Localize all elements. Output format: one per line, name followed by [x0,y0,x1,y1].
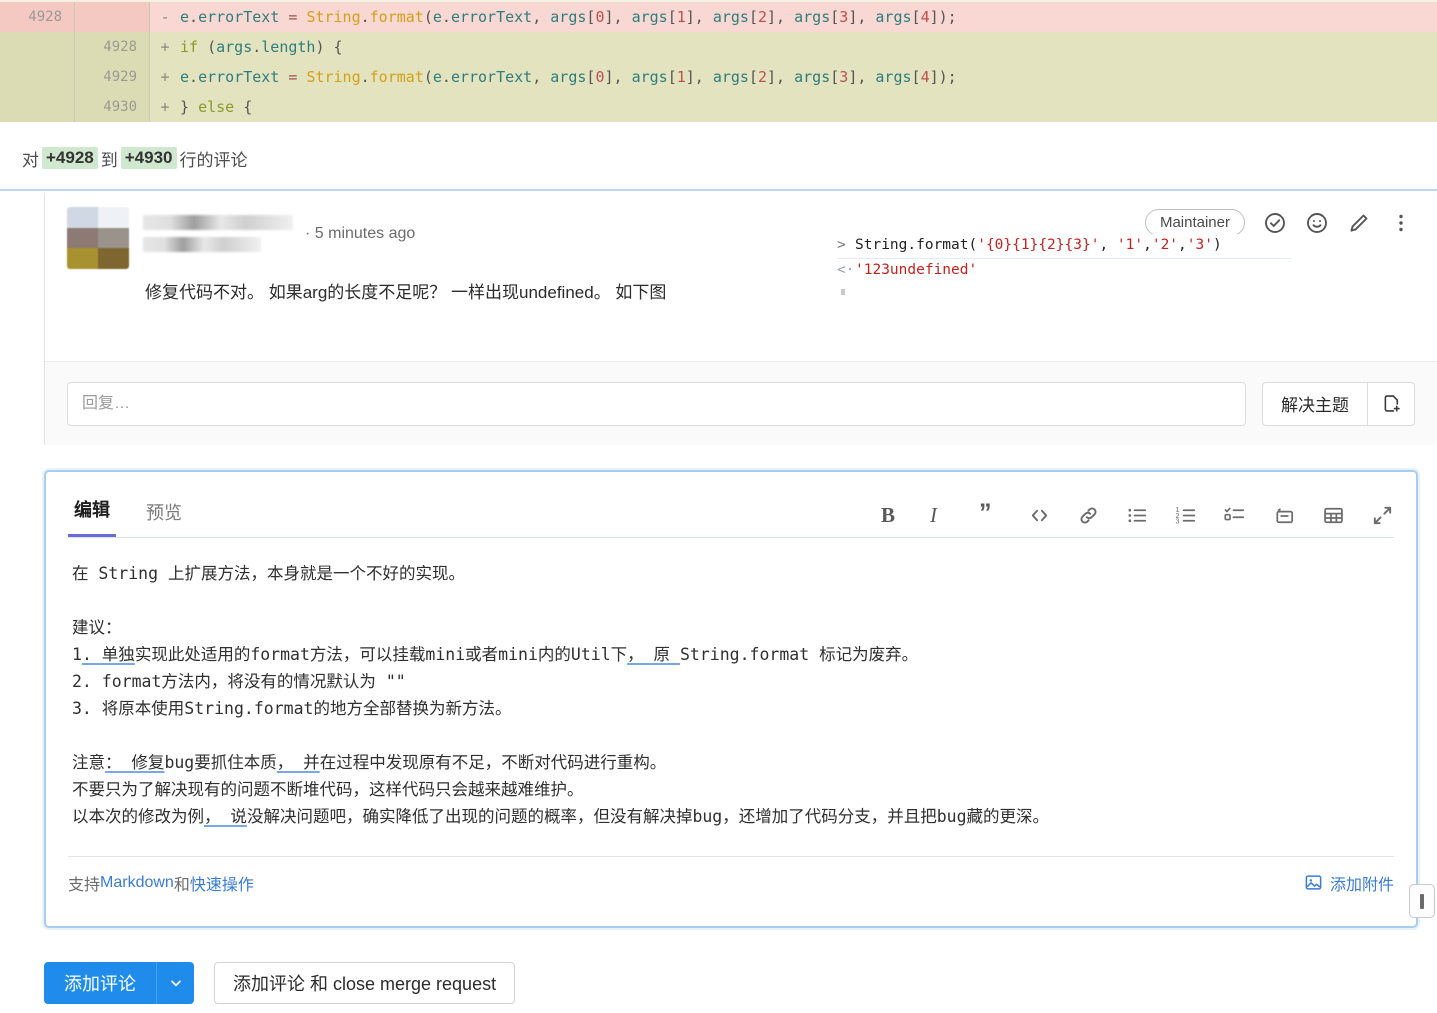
check-circle-icon[interactable] [1263,211,1287,235]
diff-sign: + [160,68,170,86]
author-name-redacted[interactable] [143,215,293,252]
bullet-list-icon[interactable] [1126,504,1149,527]
note-body-text: 修复代码不对。 如果arg的长度不足呢？ 一样出现undefined。 如下图 [145,283,667,302]
tab-preview[interactable]: 预览 [140,499,188,537]
editor-line: 1. 单独实现此处适用的format方法，可以挂载mini或者mini内的Uti… [72,645,919,664]
markdown-support-and: 和 [173,876,190,894]
bold-icon[interactable]: B [881,504,904,527]
new-issue-icon[interactable] [1367,381,1415,426]
markdown-support-prefix: 支持 [68,876,101,894]
edge-toggle-bar [1420,893,1424,909]
console-output-value: '123undefined' [855,262,978,278]
comment-scope-header: 对 +4928 到 +4930 行的评论 [0,127,1437,191]
add-comment-split-button: 添加评论 [44,962,194,1004]
diff-sign: + [160,38,170,56]
editor-line-blank [72,726,82,745]
pencil-icon[interactable] [1347,211,1371,235]
comment-actions: 添加评论 添加评论 和 close merge request [44,962,516,1004]
merge-request-diff-comment-page: 4928 - e.errorText = String.format(e.err… [0,0,1437,1013]
diff-new-line-number: 4930 [75,92,149,122]
comment-editor: 编辑 预览 B I ” 1 2 3 在 String 上扩展方法，本身就是一个不… [44,470,1418,928]
editor-line: 建议： [72,618,122,637]
embedded-console-screenshot: > String.format('{0}{1}{2}{3}', '1','2',… [837,234,1292,306]
note-timestamp: · 5 minutes ago [305,224,416,242]
editor-line: 不要只为了解决现有的问题不断堆代码，这样代码只会越来越难维护。 [72,780,584,799]
console-input-code: String.format('{0}{1}{2}{3}', '1','2','3… [855,237,1222,253]
diff-row[interactable]: 4929 + e.errorText = String.format(e.err… [0,62,1437,92]
resolve-group: 解决主题 [1262,381,1415,426]
diff-code-line: if (args.length) { [180,38,343,56]
comment-scope-suffix: 行的评论 [179,150,248,170]
edge-toggle-widget[interactable] [1409,884,1435,918]
link-icon[interactable] [1077,504,1100,527]
comment-scope-middle: 到 [100,150,118,170]
diff-new-line-number: 4929 [75,62,149,92]
collapsible-section-icon[interactable] [1273,504,1296,527]
attach-file-label: 添加附件 [1329,876,1394,894]
diff-code-line: e.errorText = String.format(e.errorText,… [180,68,957,86]
table-icon[interactable] [1322,504,1345,527]
add-comment-and-close-button[interactable]: 添加评论 和 close merge request [214,962,516,1004]
image-icon [1305,875,1322,890]
diff-row[interactable]: 4930 + } else { [0,92,1437,122]
task-list-icon[interactable] [1224,504,1247,527]
editor-line: 在 String 上扩展方法，本身就是一个不好的实现。 [72,564,465,583]
add-comment-button[interactable]: 添加评论 [44,962,156,1004]
chevron-down-icon[interactable] [156,962,194,1004]
diff-sign: - [160,8,170,26]
editor-toolbar: B I ” 1 2 3 [881,501,1394,537]
note-body: 修复代码不对。 如果arg的长度不足呢？ 一样出现undefined。 如下图 … [67,234,1417,306]
editor-tabbar: 编辑 预览 B I ” 1 2 3 [68,490,1394,538]
reply-input[interactable] [67,381,1246,426]
editor-line: 注意： 修复bug要抓住本质， 并在过程中发现原有不足，不断对代码进行重构。 [72,753,667,772]
diff-code-line: e.errorText = String.format(e.errorText,… [180,8,957,26]
ellipsis-vertical-icon[interactable] [1389,211,1413,235]
editor-footer: 支持 Markdown 和快速操作 添加附件 [68,856,1394,908]
resolve-thread-button[interactable]: 解决主题 [1262,381,1367,426]
role-badge-maintainer: Maintainer [1144,209,1245,236]
comment-textarea[interactable]: 在 String 上扩展方法，本身就是一个不好的实现。 建议： 1. 单独实现此… [68,538,1394,856]
comment-scope-prefix: 对 [22,150,39,170]
diff-old-line-number: 4928 [0,2,74,32]
numbered-list-icon[interactable]: 1 2 3 [1175,504,1198,527]
diff-code-line: } else { [180,98,253,116]
note-actions: Maintainer [1144,209,1413,236]
diff-row[interactable]: 4928 - e.errorText = String.format(e.err… [0,2,1437,32]
fullscreen-icon[interactable] [1371,504,1394,527]
tab-write[interactable]: 编辑 [68,496,116,537]
attach-file-button[interactable]: 添加附件 [1304,871,1394,895]
diff-new-line-number: 4928 [75,32,149,62]
editor-line: 以本次的修改为例， 说没解决问题吧，确实降低了出现的问题的概率，但没有解决掉bu… [72,807,1050,826]
discussion-thread: · 5 minutes ago Maintainer 修复代码不对。 如果arg… [44,193,1437,445]
diff-old-line-number [0,62,74,92]
diff-sign: + [160,98,170,116]
italic-icon[interactable]: I [930,504,953,527]
quote-icon[interactable]: ” [979,501,1002,527]
console-input-prompt: > [837,237,846,253]
editor-line-blank [72,591,82,610]
editor-line: 3. 将原本使用String.format的地方全部替换为新方法。 [72,699,512,718]
diff-row[interactable]: 4928 + if (args.length) { [0,32,1437,62]
smiley-icon[interactable] [1305,211,1329,235]
comment-scope-line-from: +4928 [42,147,98,169]
diff-old-line-number [0,32,74,62]
avatar[interactable] [67,207,129,269]
editor-line: 2. format方法内，将没有的情况默认为 "" [72,672,406,691]
comment-scope-line-to: +4930 [120,147,177,169]
quick-actions-link[interactable]: 快速操作 [190,871,254,895]
console-cursor [841,289,845,295]
diff-old-line-number [0,92,74,122]
markdown-link[interactable]: Markdown [100,874,174,892]
diff-new-line-number [75,2,149,32]
note: · 5 minutes ago Maintainer 修复代码不对。 如果arg… [45,193,1437,306]
code-icon[interactable] [1028,504,1051,527]
reply-row: 解决主题 [45,361,1437,445]
console-output-prompt: <· [837,262,855,278]
diff-hunk: 4928 - e.errorText = String.format(e.err… [0,0,1437,127]
svg-text:3: 3 [1175,518,1179,526]
